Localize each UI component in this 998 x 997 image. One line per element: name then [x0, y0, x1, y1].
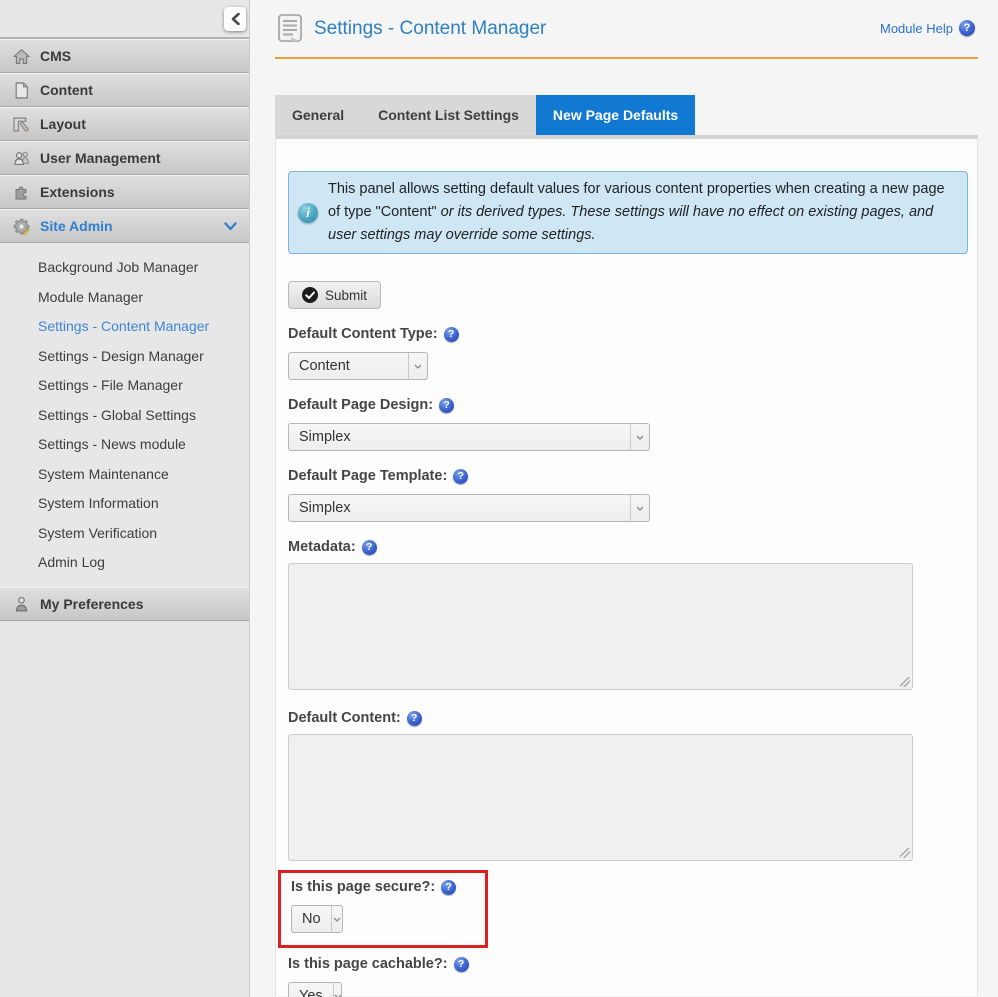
select-value: Simplex	[299, 500, 351, 516]
label-text: Default Content:	[288, 710, 401, 726]
default-page-design-select[interactable]: Simplex	[288, 423, 650, 451]
sidebar-item-settings-global-settings[interactable]: Settings - Global Settings	[0, 401, 249, 431]
module-help-link[interactable]: Module Help ?	[880, 20, 975, 36]
default-content-type-select[interactable]: Content	[288, 352, 428, 380]
sidebar-item-my-preferences[interactable]: My Preferences	[0, 586, 249, 621]
help-icon[interactable]: ?	[361, 539, 377, 555]
page-cachable-select[interactable]: Yes	[288, 982, 342, 997]
tab-new-page-defaults[interactable]: New Page Defaults	[535, 95, 696, 135]
help-icon[interactable]: ?	[443, 326, 459, 342]
module-help-label: Module Help	[880, 20, 953, 36]
sidebar-item-module-manager[interactable]: Module Manager	[0, 283, 249, 313]
sidebar-item-label: Site Admin	[40, 218, 113, 234]
select-value: No	[302, 911, 321, 927]
sidebar-item-cms[interactable]: CMS	[0, 39, 249, 73]
resize-grip-icon[interactable]	[900, 848, 910, 858]
sidebar-item-user-management[interactable]: User Management	[0, 141, 249, 175]
annotation-highlight-box: Is this page secure?: ? No	[278, 870, 488, 948]
sidebar-item-settings-news-module[interactable]: Settings - News module	[0, 430, 249, 460]
main-area: Settings - Content Manager Module Help ?…	[250, 0, 998, 997]
sidebar-item-content[interactable]: Content	[0, 73, 249, 107]
chevron-left-icon	[231, 13, 240, 25]
select-value: Yes	[299, 988, 323, 997]
default-page-template-select[interactable]: Simplex	[288, 494, 650, 522]
help-icon[interactable]: ?	[406, 710, 422, 726]
users-icon	[12, 149, 31, 168]
sidebar-top-strip	[0, 0, 249, 39]
resize-grip-icon[interactable]	[900, 677, 910, 687]
info-panel: i This panel allows setting default valu…	[288, 171, 968, 254]
submit-button-label: Submit	[325, 287, 368, 303]
sidebar-item-settings-file-manager[interactable]: Settings - File Manager	[0, 371, 249, 401]
help-icon[interactable]: ?	[441, 879, 457, 895]
sidebar-item-system-information[interactable]: System Information	[0, 489, 249, 519]
select-value: Simplex	[299, 429, 351, 445]
help-icon[interactable]: ?	[439, 397, 455, 413]
sidebar-item-label: My Preferences	[40, 595, 144, 612]
sidebar-item-background-job-manager[interactable]: Background Job Manager	[0, 253, 249, 283]
sidebar-item-label: Layout	[40, 116, 86, 132]
app-window: CMS Content Layout User Management Exten	[0, 0, 998, 997]
home-icon	[12, 47, 31, 66]
sidebar-item-layout[interactable]: Layout	[0, 107, 249, 141]
sidebar-item-admin-log[interactable]: Admin Log	[0, 548, 249, 578]
chevron-down-icon	[408, 353, 427, 379]
help-icon: ?	[959, 20, 975, 36]
puzzle-icon	[12, 183, 31, 202]
sidebar-item-label: Extensions	[40, 184, 115, 200]
tab-general[interactable]: General	[275, 95, 362, 135]
chevron-down-icon	[332, 983, 342, 997]
label-text: Default Content Type:	[288, 326, 438, 342]
chevron-down-icon	[224, 221, 237, 230]
submit-button[interactable]: Submit	[288, 281, 382, 309]
user-icon	[12, 594, 31, 613]
page-title-icon	[278, 13, 302, 42]
field-label-default-content-type: Default Content Type: ?	[288, 326, 977, 342]
info-icon: i	[298, 202, 318, 223]
site-admin-submenu: Background Job Manager Module Manager Se…	[0, 243, 249, 587]
label-text: Is this page cachable?:	[288, 956, 448, 972]
sidebar-item-system-maintenance[interactable]: System Maintenance	[0, 460, 249, 490]
sidebar-item-settings-design-manager[interactable]: Settings - Design Manager	[0, 342, 249, 372]
sidebar-item-settings-content-manager[interactable]: Settings - Content Manager	[0, 312, 249, 342]
sidebar-item-system-verification[interactable]: System Verification	[0, 519, 249, 549]
label-text: Is this page secure?:	[291, 879, 436, 895]
field-label-page-secure: Is this page secure?: ?	[291, 879, 475, 895]
info-panel-text: This panel allows setting default values…	[328, 178, 951, 247]
tab-content-list-settings[interactable]: Content List Settings	[361, 95, 536, 135]
label-text: Default Page Template:	[288, 468, 448, 484]
field-label-default-content: Default Content: ?	[288, 710, 977, 726]
document-icon	[12, 81, 31, 100]
help-icon[interactable]: ?	[453, 468, 469, 484]
field-label-page-cachable: Is this page cachable?: ?	[288, 956, 977, 972]
sidebar: CMS Content Layout User Management Exten	[0, 0, 250, 997]
field-label-default-page-template: Default Page Template: ?	[288, 468, 977, 484]
chevron-down-icon	[630, 424, 649, 450]
page-title: Settings - Content Manager	[314, 17, 547, 39]
sidebar-item-label: User Management	[40, 150, 161, 166]
page-secure-select[interactable]: No	[291, 905, 343, 933]
layout-icon	[12, 115, 31, 134]
chevron-down-icon	[630, 495, 649, 521]
field-label-metadata: Metadata: ?	[288, 539, 977, 555]
chevron-down-icon	[330, 906, 342, 932]
sidebar-collapse-button[interactable]	[224, 7, 246, 31]
label-text: Default Page Design:	[288, 397, 434, 413]
tab-panel-new-page-defaults: i This panel allows setting default valu…	[275, 135, 978, 997]
sidebar-item-extensions[interactable]: Extensions	[0, 175, 249, 209]
gear-icon	[12, 217, 31, 236]
check-icon	[302, 287, 318, 303]
tab-bar: General Content List Settings New Page D…	[275, 95, 998, 135]
sidebar-item-label: CMS	[40, 48, 72, 64]
sidebar-item-label: Content	[40, 82, 93, 98]
field-label-default-page-design: Default Page Design: ?	[288, 397, 977, 413]
select-value: Content	[299, 358, 350, 374]
page-header: Settings - Content Manager Module Help ?	[250, 0, 998, 57]
default-content-textarea[interactable]	[288, 734, 913, 861]
header-divider	[275, 57, 978, 59]
metadata-textarea[interactable]	[288, 563, 913, 690]
help-icon[interactable]: ?	[453, 956, 469, 972]
label-text: Metadata:	[288, 539, 356, 555]
sidebar-item-site-admin[interactable]: Site Admin	[0, 209, 249, 243]
